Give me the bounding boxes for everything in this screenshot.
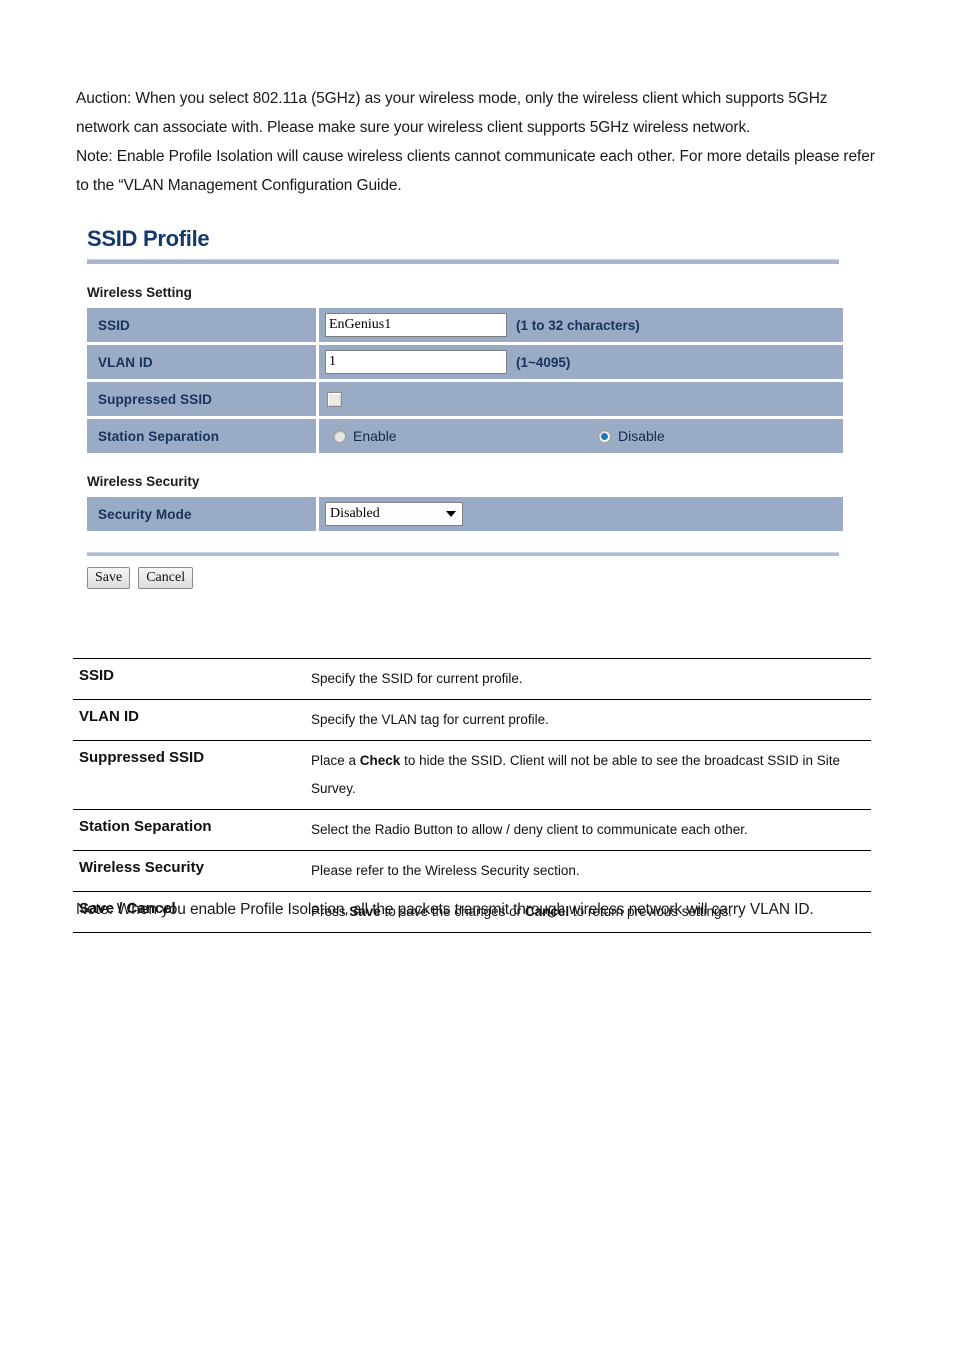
description-term: Station Separation	[73, 809, 311, 851]
description-text: Select the Radio Button to allow / deny …	[311, 809, 871, 851]
radio-label-enable: Enable	[353, 428, 397, 444]
field-description-table: SSID Specify the SSID for current profile…	[73, 658, 871, 933]
label-ssid: SSID	[87, 308, 316, 342]
table-row: VLAN ID Specify the VLAN tag for current …	[73, 699, 871, 741]
row-station-separation: Station Separation Enable Disable	[87, 419, 843, 453]
radio-icon-enable	[333, 429, 346, 443]
value-security-mode: Disabled	[319, 497, 843, 531]
wireless-security-table: Security Mode Disabled	[87, 497, 843, 531]
section-header-wireless-security: Wireless Security	[87, 474, 200, 489]
description-term: Suppressed SSID	[73, 740, 311, 810]
security-mode-selected-value: Disabled	[330, 506, 380, 521]
description-text: Specify the SSID for current profile.	[311, 658, 871, 700]
footer-note-block: Note: When you enable Profile Isolation,…	[76, 895, 876, 924]
label-vlan-id: VLAN ID	[87, 345, 316, 379]
title-divider	[87, 259, 839, 264]
label-suppressed-ssid: Suppressed SSID	[87, 382, 316, 416]
document-page: Auction: When you select 802.11a (5GHz) …	[0, 0, 954, 1351]
form-action-buttons: Save Cancel	[87, 567, 843, 589]
chevron-down-icon	[446, 511, 456, 517]
value-vlan-id: (1~4095)	[319, 345, 843, 379]
station-separation-radio-group: Enable Disable	[325, 428, 843, 444]
description-term: Wireless Security	[73, 850, 311, 892]
section-header-wireless-setting: Wireless Setting	[87, 285, 192, 300]
row-suppressed-ssid: Suppressed SSID	[87, 382, 843, 416]
device-config-panel: SSID Profile Wireless Setting SSID (1 to…	[83, 226, 843, 589]
table-row: Wireless Security Please refer to the Wir…	[73, 850, 871, 892]
table-row: SSID Specify the SSID for current profile…	[73, 658, 871, 700]
ssid-input[interactable]	[325, 313, 507, 337]
page-title: SSID Profile	[87, 226, 210, 251]
security-mode-select[interactable]: Disabled	[325, 502, 463, 526]
footer-note-text: Note: When you enable Profile Isolation,…	[76, 901, 814, 918]
ssid-hint: (1 to 32 characters)	[516, 317, 640, 333]
intro-paragraph-2: Note: Enable Profile Isolation will caus…	[76, 148, 875, 194]
description-text: Specify the VLAN tag for current profile…	[311, 699, 871, 741]
value-ssid: (1 to 32 characters)	[319, 308, 843, 342]
intro-text-block: Auction: When you select 802.11a (5GHz) …	[76, 84, 876, 200]
row-vlan-id: VLAN ID (1~4095)	[87, 345, 843, 379]
value-suppressed-ssid	[319, 382, 843, 416]
radio-station-separation-enable[interactable]: Enable	[333, 428, 598, 444]
description-text: Please refer to the Wireless Security se…	[311, 850, 871, 892]
radio-label-disable: Disable	[618, 428, 665, 444]
value-station-separation: Enable Disable	[319, 419, 843, 453]
cancel-button[interactable]: Cancel	[138, 567, 194, 589]
row-security-mode: Security Mode Disabled	[87, 497, 843, 531]
radio-station-separation-disable[interactable]: Disable	[598, 428, 665, 444]
save-button[interactable]: Save	[87, 567, 131, 589]
suppressed-ssid-checkbox[interactable]	[327, 391, 342, 407]
label-station-separation: Station Separation	[87, 419, 316, 453]
description-term: VLAN ID	[73, 699, 311, 741]
radio-icon-disable-selected	[598, 429, 611, 443]
wireless-setting-table: SSID (1 to 32 characters) VLAN ID (1~409…	[87, 308, 843, 453]
table-row: Suppressed SSID Place a Check to hide the…	[73, 740, 871, 810]
field-description-body: SSID Specify the SSID for current profile…	[73, 658, 871, 933]
vlan-id-hint: (1~4095)	[516, 354, 571, 370]
description-term: SSID	[73, 658, 311, 700]
row-ssid: SSID (1 to 32 characters)	[87, 308, 843, 342]
description-text: Place a Check to hide the SSID. Client w…	[311, 740, 871, 810]
intro-paragraph-1: Auction: When you select 802.11a (5GHz) …	[76, 90, 828, 136]
vlan-id-input[interactable]	[325, 350, 507, 374]
table-row: Station Separation Select the Radio Butto…	[73, 809, 871, 851]
label-security-mode: Security Mode	[87, 497, 316, 531]
form-divider	[87, 552, 839, 556]
